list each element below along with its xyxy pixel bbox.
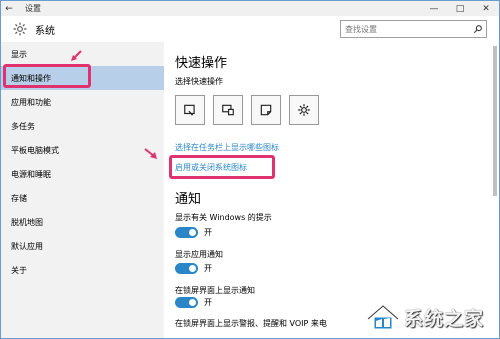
sidebar-item-about[interactable]: 关于 [1,258,164,282]
annotation-highlight-box [169,155,275,179]
sidebar-item-offline-maps[interactable]: 脱机地图 [1,210,164,234]
sidebar-item-apps[interactable]: 应用和功能 [1,90,164,114]
quick-actions-subtitle: 选择快速操作 [175,77,223,86]
sidebar-item-multitasking[interactable]: 多任务 [1,114,164,138]
main-content: 快速操作 选择快速操作 选择在任务栏上显示哪些图标 启用或关闭系统图标 通知 显… [164,42,499,338]
search-box[interactable] [340,20,487,38]
setting-label-windows-tips: 显示有关 Windows 的提示 [175,213,272,222]
toggle-windows-tips[interactable] [175,227,198,238]
quick-action-tiles [175,95,319,125]
sidebar-item-label: 脱机地图 [11,217,43,227]
toggle-row: 开 [175,297,212,308]
sidebar-item-label: 平板电脑模式 [11,145,59,155]
note-tile[interactable] [251,95,281,125]
sidebar-item-label: 显示 [11,49,27,59]
sidebar-item-label: 默认应用 [11,241,43,251]
scrollbar[interactable] [493,42,497,338]
setting-label-app-notifications: 显示应用通知 [175,250,223,259]
connect-icon [222,104,234,116]
sidebar-item-label: 电源和睡眠 [11,169,51,179]
connect-tile[interactable] [213,95,243,125]
gear-icon [13,22,27,36]
page-header: 系统 [1,16,499,42]
toggle-row: 开 [175,227,212,238]
settings-icon [298,104,310,116]
toggle-state-label: 开 [204,228,212,237]
search-input[interactable] [341,24,470,34]
sidebar-item-storage[interactable]: 存储 [1,186,164,210]
window-controls: — □ ✕ [421,1,499,16]
setting-label-lock-screen-alarms: 在锁屏界面上显示警报、提醒和 VOIP 来电 [175,319,327,328]
tablet-mode-icon [184,104,195,116]
window-title: 设置 [25,4,41,13]
note-icon [260,104,272,116]
sidebar-item-power[interactable]: 电源和睡眠 [1,162,164,186]
sidebar: 显示 通知和操作 应用和功能 多任务 平板电脑模式 电源和睡眠 存储 脱机地图 … [1,42,164,338]
toggle-app-notifications[interactable] [175,263,198,274]
page-title: 系统 [35,25,55,37]
watermark-text: 系统之家 [404,307,485,330]
link-taskbar-icons[interactable]: 选择在任务栏上显示哪些图标 [175,142,279,153]
sidebar-item-label: 多任务 [11,121,35,131]
quick-actions-title: 快速操作 [175,56,228,71]
toggle-row: 开 [175,263,212,274]
settings-tile[interactable] [289,95,319,125]
house-logo-icon [367,304,399,330]
tablet-mode-tile[interactable] [175,95,205,125]
toggle-lock-screen-notifications[interactable] [175,297,198,308]
setting-label-lock-screen-notifications: 在锁屏界面上显示通知 [175,286,255,295]
annotation-arrow-icon [71,50,82,61]
close-button[interactable]: ✕ [473,1,499,16]
toggle-state-label: 开 [204,264,212,273]
maximize-button[interactable]: □ [447,1,473,16]
sidebar-item-label: 应用和功能 [11,97,51,107]
watermark: 系统之家 [366,297,499,337]
sidebar-item-default-apps[interactable]: 默认应用 [1,234,164,258]
annotation-arrow-icon [144,148,157,159]
sidebar-item-tablet-mode[interactable]: 平板电脑模式 [1,138,164,162]
title-bar: ← 设置 — □ ✕ [1,1,499,16]
back-button[interactable]: ← [1,4,17,14]
annotation-highlight-box [3,64,91,88]
scrollbar-thumb[interactable] [493,46,497,196]
sidebar-item-label: 存储 [11,193,27,203]
toggle-state-label: 开 [204,298,212,307]
settings-window: ← 设置 — □ ✕ 系统 显示 通知和操作 应用和功能 多任务 平板电脑模式 … [0,0,500,339]
notifications-title: 通知 [175,192,202,207]
minimize-button[interactable]: — [421,1,447,16]
search-icon[interactable] [470,24,486,34]
sidebar-item-label: 关于 [11,265,27,275]
